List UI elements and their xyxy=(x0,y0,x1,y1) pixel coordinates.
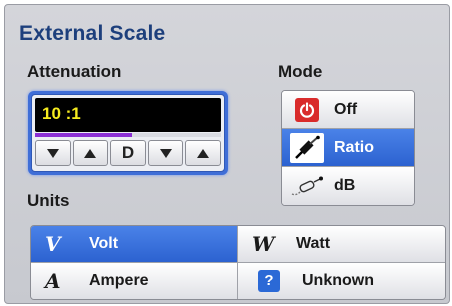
unit-volt-button[interactable]: V Volt xyxy=(31,226,238,263)
attenuation-display[interactable]: 10 :1 xyxy=(35,98,221,132)
attenuation-control[interactable]: 10 :1 D xyxy=(28,91,228,175)
unit-watt-label: Watt xyxy=(296,234,331,252)
mode-off-button[interactable]: Off xyxy=(282,91,414,129)
unit-ampere-button[interactable]: A Ampere xyxy=(31,262,238,299)
mode-ratio-button[interactable]: Ratio xyxy=(282,129,414,167)
unit-volt-label: Volt xyxy=(89,234,119,252)
coarse-decrease-button[interactable] xyxy=(35,140,71,166)
mode-ratio-label: Ratio xyxy=(334,138,374,156)
default-button[interactable]: D xyxy=(110,140,146,166)
arrow-up-icon xyxy=(84,148,97,158)
arrow-down-icon xyxy=(46,148,59,158)
attenuation-label: Attenuation xyxy=(27,62,122,81)
mode-db-button[interactable]: dB xyxy=(282,167,414,205)
unit-unknown-label: Unknown xyxy=(302,271,374,289)
units-selector: V Volt W Watt A Ampere ? Unknown xyxy=(30,225,446,300)
attenuation-range-bar xyxy=(35,133,221,137)
mode-off-label: Off xyxy=(334,100,358,118)
probe-icon xyxy=(290,132,324,163)
mode-selector: Off Ratio dB xyxy=(281,90,415,206)
mode-label: Mode xyxy=(278,62,323,81)
unit-ampere-label: Ampere xyxy=(89,271,149,289)
volt-icon: V xyxy=(45,231,61,256)
external-scale-panel: External Scale Attenuation 10 :1 D Mode xyxy=(4,4,450,304)
fine-increase-button[interactable] xyxy=(185,140,221,166)
arrow-up-icon xyxy=(197,148,210,158)
watt-icon: W xyxy=(252,231,275,256)
units-label: Units xyxy=(27,191,70,210)
unit-unknown-button[interactable]: ? Unknown xyxy=(238,262,445,299)
unit-watt-button[interactable]: W Watt xyxy=(238,226,445,263)
question-icon: ? xyxy=(258,269,280,292)
attenuation-range-fill xyxy=(35,133,132,137)
ampere-icon: A xyxy=(45,268,61,293)
coarse-increase-button[interactable] xyxy=(72,140,109,166)
attenuation-value: 10 :1 xyxy=(42,104,81,123)
panel-title: External Scale xyxy=(19,22,166,45)
fine-decrease-button[interactable] xyxy=(147,140,184,166)
power-icon xyxy=(290,96,324,124)
mode-db-label: dB xyxy=(334,177,356,194)
probe-outline-icon xyxy=(290,172,324,200)
arrow-down-icon xyxy=(159,148,172,158)
